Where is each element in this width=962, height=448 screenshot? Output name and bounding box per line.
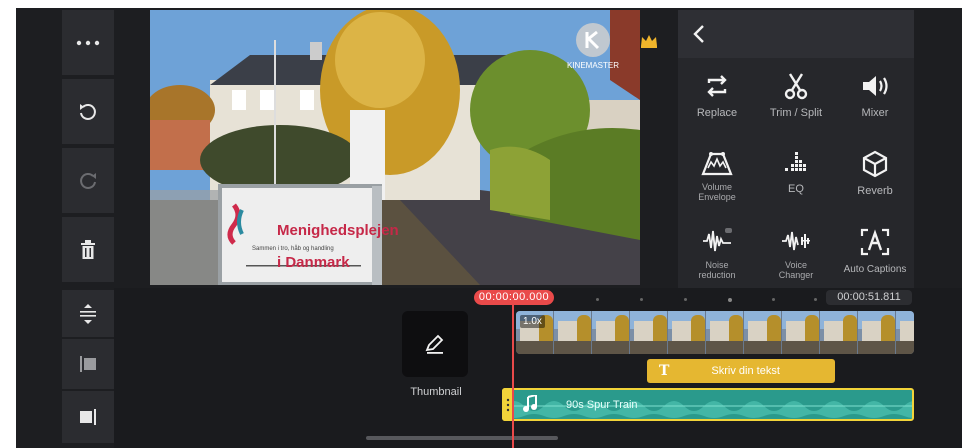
tool-label-line1: Noise (705, 260, 729, 270)
video-frame (744, 311, 782, 354)
video-frame (668, 311, 706, 354)
tool-label-line2: reduction (698, 270, 736, 280)
watermark-text: KINEMASTER (566, 61, 619, 70)
ruler-tick (728, 298, 732, 302)
auto-captions-icon (860, 228, 890, 256)
tool-label: Trim / Split (769, 107, 823, 119)
redo-icon (80, 172, 96, 189)
track-height-button[interactable] (62, 290, 114, 337)
jump-end-button[interactable] (62, 391, 114, 443)
voice-changer-icon (782, 231, 810, 251)
video-frame (592, 311, 630, 354)
ruler-tick (772, 298, 775, 301)
video-frame (896, 311, 914, 354)
ruler-tick (684, 298, 687, 301)
thumbnail-button[interactable] (402, 311, 468, 377)
playhead[interactable] (512, 298, 514, 448)
jump-to-end-icon (80, 409, 96, 425)
undo-button[interactable] (62, 79, 114, 146)
text-clip-label: Skriv din tekst (711, 365, 780, 377)
ruler-tick (596, 298, 599, 301)
tool-label: Replace (696, 107, 738, 119)
more-icon (76, 40, 100, 45)
tool-noise-reduction[interactable]: Noise reduction (678, 216, 756, 292)
timeline[interactable]: 00:00:00.000 00:00:51.811 Thumbnail 1.0x… (114, 288, 962, 448)
audio-clip[interactable]: 90s Spur Train (502, 388, 914, 421)
tool-auto-captions[interactable]: Auto Captions (836, 216, 914, 292)
clip-speed-badge: 1.0x (520, 315, 545, 328)
sign-title-line2: i Danmark (277, 254, 350, 271)
music-note-icon (523, 395, 537, 412)
tool-volume-envelope[interactable]: Volume Envelope (678, 138, 756, 214)
video-frame (706, 311, 744, 354)
sign-title-line1: Menighedsplejen (277, 222, 399, 239)
video-frame (630, 311, 668, 354)
volume-envelope-icon (701, 152, 733, 176)
ruler-tick (640, 298, 643, 301)
more-button[interactable] (62, 10, 114, 77)
tool-eq[interactable]: EQ (757, 138, 835, 214)
ruler-tick (814, 298, 817, 301)
total-duration: 00:00:51.811 (826, 290, 912, 305)
text-clip[interactable]: T Skriv din tekst (647, 359, 835, 383)
video-frame (554, 311, 592, 354)
tool-trim-split[interactable]: Trim / Split (757, 60, 835, 136)
video-editor-app: Menighedsplejen i Danmark Sammen i tro, … (16, 8, 962, 448)
tool-label-line1: Voice (784, 260, 808, 270)
tool-label: Reverb (857, 185, 893, 197)
left-toolbar (62, 10, 114, 284)
sign-subtitle: Sammen i tro, håb og handling (252, 246, 334, 252)
tool-label-line1: Volume (701, 182, 733, 192)
tool-label-line2: Changer (778, 270, 814, 280)
tool-voice-changer[interactable]: Voice Changer (757, 216, 835, 292)
reverb-cube-icon (862, 150, 888, 178)
kinemaster-watermark: KINEMASTER (558, 22, 628, 70)
noise-reduction-icon (703, 228, 732, 252)
undo-icon (80, 103, 96, 120)
thumbnail-label: Thumbnail (410, 386, 462, 398)
tool-label-line2: Envelope (698, 192, 736, 202)
video-frame (858, 311, 896, 354)
tool-label: Voice Changer (779, 260, 814, 280)
premium-crown-button[interactable] (640, 34, 660, 50)
tool-label: Auto Captions (843, 264, 907, 275)
text-layer-icon: T (659, 363, 670, 379)
tool-label: Mixer (861, 107, 889, 119)
grip-icon (506, 398, 510, 411)
tool-label: EQ (788, 183, 804, 195)
chevron-left-icon[interactable] (692, 24, 706, 44)
jump-start-button[interactable] (62, 339, 114, 389)
crown-icon (641, 35, 657, 48)
eq-icon (785, 152, 806, 171)
tool-label: Noise reduction (698, 260, 735, 280)
kinemaster-logo-icon (576, 23, 610, 57)
video-clip[interactable]: 1.0x (516, 311, 914, 354)
video-preview[interactable]: Menighedsplejen i Danmark Sammen i tro, … (150, 10, 640, 285)
home-indicator[interactable] (366, 436, 558, 440)
trash-icon (81, 239, 95, 259)
current-timecode: 00:00:00.000 (474, 290, 554, 305)
delete-button[interactable] (62, 217, 114, 284)
tool-replace[interactable]: Replace (678, 60, 756, 136)
video-frame (820, 311, 858, 354)
pencil-icon (425, 334, 444, 354)
redo-button[interactable] (62, 148, 114, 215)
video-frame (782, 311, 820, 354)
audio-tools-panel: Replace Trim / Split Mixer Volume Envelop… (678, 10, 914, 292)
tool-mixer[interactable]: Mixer (836, 60, 914, 136)
tool-label: Volume Envelope (698, 182, 736, 202)
speaker-icon (863, 76, 888, 96)
scissors-icon (784, 73, 808, 100)
audio-clip-label: 90s Spur Train (566, 399, 638, 411)
panel-header (678, 10, 914, 58)
tool-reverb[interactable]: Reverb (836, 138, 914, 214)
replace-icon (707, 75, 727, 97)
jump-to-start-icon (80, 356, 96, 372)
expand-vertical-icon (80, 303, 96, 324)
